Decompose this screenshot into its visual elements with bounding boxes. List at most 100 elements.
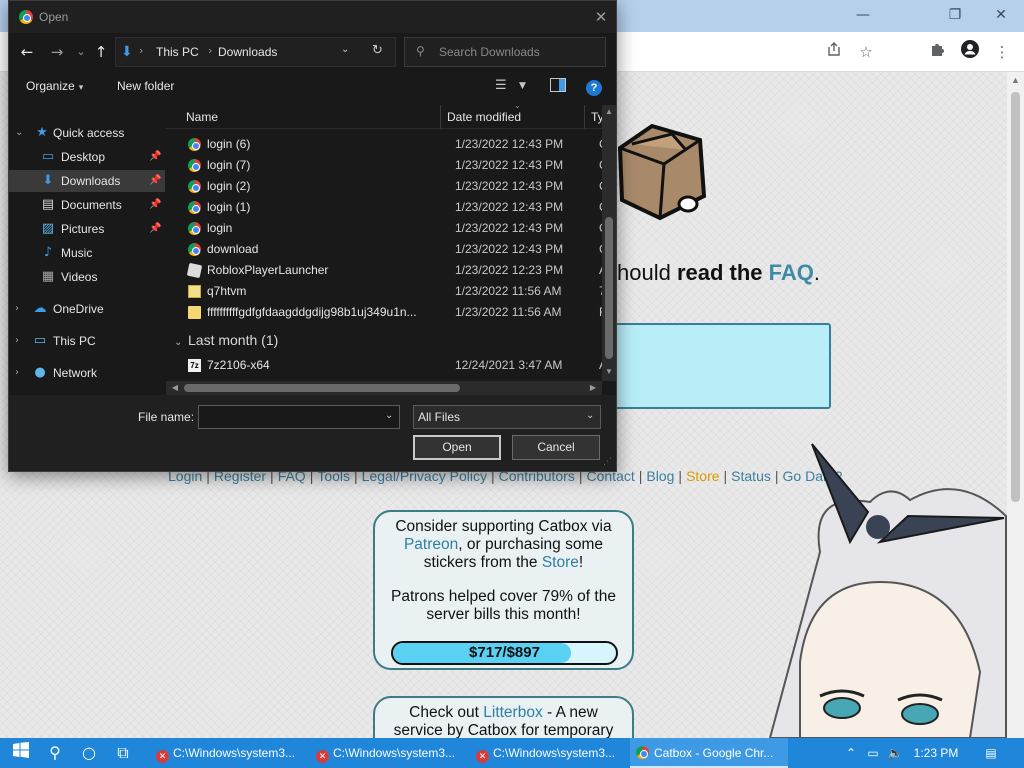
organize-button[interactable]: Organize ▾: [26, 79, 83, 93]
vertical-scroll-thumb[interactable]: [605, 217, 613, 359]
task-view-icon[interactable]: ⧉: [106, 738, 140, 768]
refresh-icon[interactable]: ↻: [372, 43, 390, 58]
menu-kebab-icon[interactable]: ⋮: [990, 40, 1014, 64]
cancel-button[interactable]: Cancel: [512, 435, 600, 460]
search-icon[interactable]: ⚲: [38, 738, 72, 768]
dialog-close-button[interactable]: ✕: [589, 5, 613, 29]
share-icon[interactable]: [822, 40, 846, 64]
new-folder-button[interactable]: New folder: [117, 79, 174, 93]
chevron-right-icon[interactable]: ›: [15, 298, 27, 320]
scroll-up-arrow[interactable]: ▲: [602, 105, 616, 119]
back-arrow-icon[interactable]: ←: [15, 40, 39, 64]
file-name-dropdown-icon[interactable]: ⌄: [385, 410, 393, 421]
view-details-icon[interactable]: ☰: [495, 78, 507, 93]
help-icon[interactable]: ?: [586, 80, 602, 96]
nav-item-pictures[interactable]: ▨ Pictures 📌: [9, 218, 165, 240]
file-list-vertical-scrollbar[interactable]: ▲ ▼: [602, 105, 616, 381]
volume-muted-icon[interactable]: 🔈: [886, 738, 904, 768]
horizontal-scroll-thumb[interactable]: [184, 384, 460, 392]
close-window-button[interactable]: ✕: [978, 0, 1024, 32]
minimize-button[interactable]: —: [840, 0, 886, 32]
column-divider[interactable]: [440, 105, 441, 129]
taskbar-button-chrome[interactable]: Catbox - Google Chr...: [630, 738, 788, 768]
chevron-down-icon[interactable]: ⌄: [15, 122, 27, 144]
page-scrollbar[interactable]: ▲: [1007, 72, 1024, 738]
nav-item-desktop[interactable]: ▭ Desktop 📌: [9, 146, 165, 168]
file-row[interactable]: login (1) 1/23/2022 12:43 PM Cl: [166, 197, 610, 218]
preview-pane-icon[interactable]: [550, 78, 566, 96]
column-divider[interactable]: [584, 105, 585, 129]
cortana-icon[interactable]: ○: [72, 738, 106, 768]
network-icon[interactable]: ▭: [864, 738, 882, 768]
search-input[interactable]: [439, 42, 599, 62]
profile-avatar-icon[interactable]: [958, 40, 982, 64]
store-panel-link[interactable]: Store: [542, 554, 579, 571]
litterbox-link[interactable]: Litterbox: [483, 704, 542, 721]
taskbar-button-cmd-1[interactable]: ✕ C:\Windows\system3...: [150, 738, 308, 768]
scroll-right-arrow[interactable]: ▶: [586, 381, 600, 395]
breadcrumb-separator[interactable]: ›: [139, 44, 143, 57]
taskbar-clock[interactable]: 1:23 PM: [908, 738, 964, 768]
network-globe-icon: ●: [34, 365, 46, 380]
breadcrumb-downloads[interactable]: Downloads: [218, 45, 277, 59]
file-row[interactable]: 7z 7z2106-x64 12/24/2021 3:47 AM Ap: [166, 355, 614, 376]
pin-icon: 📌: [149, 199, 162, 210]
bookmark-star-icon[interactable]: ☆: [854, 40, 878, 64]
extensions-puzzle-icon[interactable]: [926, 40, 950, 64]
taskbar-button-cmd-2[interactable]: ✕ C:\Windows\system3...: [310, 738, 468, 768]
scroll-left-arrow[interactable]: ◀: [168, 381, 182, 395]
chrome-icon: [19, 10, 33, 24]
search-box[interactable]: ⚲: [404, 37, 606, 67]
nav-item-network[interactable]: › ● Network: [9, 362, 165, 384]
address-bar[interactable]: ⬇ › This PC › Downloads ⌄ ↻: [115, 37, 396, 67]
star-icon: ★: [36, 125, 48, 140]
column-name-header[interactable]: Name: [186, 105, 218, 129]
open-button[interactable]: Open: [413, 435, 501, 460]
view-options-chevron-icon[interactable]: ▼: [519, 81, 526, 91]
scroll-down-arrow[interactable]: ▼: [602, 365, 616, 379]
file-row[interactable]: q7htvm 1/23/2022 11:56 AM 7z: [166, 281, 612, 302]
faq-notice-prefix: hould: [617, 260, 677, 285]
nav-item-videos[interactable]: ▦ Videos: [9, 266, 165, 288]
page-scroll-thumb[interactable]: [1011, 92, 1020, 502]
group-header-last-month[interactable]: ⌄ Last month (1): [174, 329, 278, 351]
nav-item-this-pc[interactable]: › ▭ This PC: [9, 330, 165, 352]
nav-item-quick-access[interactable]: ⌄ ★ Quick access: [9, 122, 165, 144]
upload-dropzone[interactable]: [600, 323, 831, 409]
column-date-header[interactable]: Date modified: [447, 105, 521, 129]
funding-progress-label: $717/$897: [469, 644, 540, 661]
breadcrumb-this-pc[interactable]: This PC: [156, 45, 199, 59]
chevron-right-icon[interactable]: ›: [15, 330, 27, 352]
file-row[interactable]: login (6) 1/23/2022 12:43 PM Cl: [166, 134, 610, 155]
blog-link[interactable]: Blog: [646, 468, 674, 484]
file-list-horizontal-scrollbar[interactable]: ◀ ▶: [166, 381, 602, 395]
patreon-link[interactable]: Patreon: [404, 536, 458, 553]
store-link[interactable]: Store: [686, 468, 719, 484]
nav-item-onedrive[interactable]: › ☁ OneDrive: [9, 298, 165, 320]
notifications-icon[interactable]: ▤: [982, 738, 1000, 768]
start-windows-icon[interactable]: [4, 738, 38, 768]
forward-arrow-icon[interactable]: →: [45, 40, 69, 64]
file-row[interactable]: login (7) 1/23/2022 12:43 PM Cl: [166, 155, 610, 176]
up-arrow-icon[interactable]: ↑: [89, 40, 113, 64]
file-type-filter-select[interactable]: All Files ⌄: [413, 405, 601, 429]
file-row[interactable]: login 1/23/2022 12:43 PM Cl: [166, 218, 610, 239]
nav-item-documents[interactable]: ▤ Documents 📌: [9, 194, 165, 216]
tray-chevron-up-icon[interactable]: ⌃: [842, 738, 860, 768]
file-row[interactable]: RobloxPlayerLauncher 1/23/2022 12:23 PM …: [166, 260, 614, 281]
chevron-right-icon[interactable]: ›: [15, 362, 27, 384]
faq-link[interactable]: FAQ: [769, 260, 814, 285]
resize-grip-icon[interactable]: ⋰: [603, 457, 612, 467]
file-name-input[interactable]: [198, 405, 400, 429]
maximize-button[interactable]: ❐: [932, 0, 978, 32]
address-dropdown-icon[interactable]: ⌄: [341, 44, 357, 55]
page-scroll-up-arrow[interactable]: ▲: [1007, 72, 1024, 89]
breadcrumb-separator[interactable]: ›: [208, 44, 212, 57]
taskbar-button-cmd-3[interactable]: ✕ C:\Windows\system3...: [470, 738, 628, 768]
nav-item-music[interactable]: ♪ Music: [9, 242, 165, 264]
navigation-pane: ⌄ ★ Quick access ▭ Desktop 📌 ⬇ Downloads…: [9, 105, 165, 395]
file-row[interactable]: download 1/23/2022 12:43 PM Cl: [166, 239, 610, 260]
nav-item-downloads[interactable]: ⬇ Downloads 📌: [9, 170, 165, 192]
file-row[interactable]: login (2) 1/23/2022 12:43 PM Cl: [166, 176, 610, 197]
file-row[interactable]: ffffffffffgdfgfdaagddgdijg98b1uj349u1n..…: [166, 302, 609, 323]
